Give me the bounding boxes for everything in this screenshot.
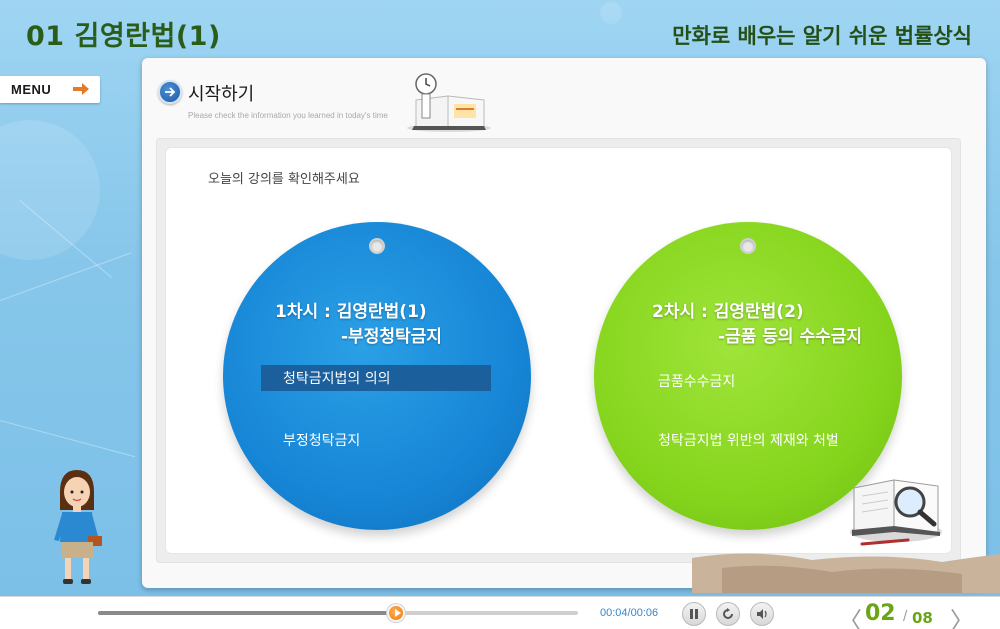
hole-icon bbox=[740, 238, 756, 254]
session-1-item-2[interactable]: 부정청탁금지 bbox=[261, 427, 370, 453]
book-clock-icon bbox=[407, 73, 491, 132]
section-subtitle: Please check the information you learned… bbox=[188, 111, 388, 120]
page-current: 02 bbox=[865, 601, 896, 626]
time-readout: 00:04/00:06 bbox=[600, 607, 659, 619]
bg-bubble bbox=[0, 120, 100, 260]
arrow-right-icon bbox=[73, 83, 89, 95]
girl-character-illustration bbox=[54, 470, 102, 584]
content-box: 오늘의 강의를 확인해주세요 1차시 : 김영란법(1) -부정청탁금지 청탁금… bbox=[156, 138, 961, 563]
session-2-item-1[interactable]: 금품수수금지 bbox=[636, 368, 745, 394]
session-2-subtitle: -금품 등의 수수금지 bbox=[718, 327, 863, 347]
session-2-title: 2차시 : 김영란법(2) bbox=[652, 302, 804, 322]
session-1-subtitle: -부정청탁금지 bbox=[341, 327, 442, 347]
next-page-button[interactable]: 〉 bbox=[950, 601, 974, 629]
session-1-circle: 1차시 : 김영란법(1) -부정청탁금지 청탁금지법의 의의 부정청탁금지 bbox=[223, 222, 531, 530]
page-total: 08 bbox=[912, 609, 933, 627]
volume-icon bbox=[757, 609, 767, 619]
pause-icon bbox=[690, 609, 698, 619]
lesson-title: 01 김영란법(1) bbox=[26, 21, 221, 52]
page-separator: / bbox=[903, 609, 908, 624]
rock-decoration bbox=[692, 553, 1000, 593]
replay-icon bbox=[723, 608, 733, 619]
section-title: 시작하기 bbox=[188, 84, 255, 105]
volume-button[interactable] bbox=[750, 602, 774, 626]
arrow-circle-icon bbox=[158, 80, 182, 104]
seek-handle[interactable] bbox=[386, 604, 405, 622]
book-magnifier-icon bbox=[850, 479, 942, 546]
seek-progress bbox=[98, 611, 396, 615]
bg-line bbox=[0, 420, 136, 458]
pause-button[interactable] bbox=[682, 602, 706, 626]
series-title: 만화로 배우는 알기 쉬운 법률상식 bbox=[672, 24, 972, 48]
session-2-item-2[interactable]: 청탁금지법 위반의 제재와 처벌 bbox=[636, 427, 849, 453]
hole-icon bbox=[369, 238, 385, 254]
menu-button[interactable]: MENU bbox=[0, 76, 100, 103]
session-1-title: 1차시 : 김영란법(1) bbox=[275, 302, 427, 322]
bg-bubble bbox=[600, 2, 622, 24]
instruction-text: 오늘의 강의를 확인해주세요 bbox=[208, 172, 360, 187]
prev-page-button[interactable]: 〈 bbox=[838, 601, 862, 629]
session-1-item-1[interactable]: 청탁금지법의 의의 bbox=[261, 365, 491, 391]
content-inner: 오늘의 강의를 확인해주세요 1차시 : 김영란법(1) -부정청탁금지 청탁금… bbox=[165, 147, 952, 554]
player-bar: 00:04/00:06 〈 02 / 08 〉 bbox=[0, 596, 1000, 629]
replay-button[interactable] bbox=[716, 602, 740, 626]
seek-bar[interactable] bbox=[98, 604, 578, 622]
menu-label: MENU bbox=[11, 82, 52, 97]
